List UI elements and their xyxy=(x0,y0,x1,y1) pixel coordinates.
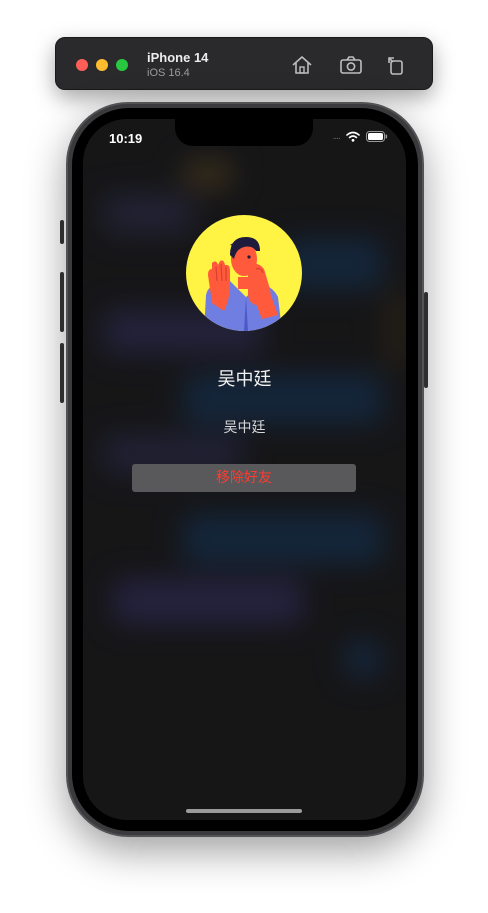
battery-icon xyxy=(366,131,388,142)
signal-icon: .... xyxy=(332,131,342,142)
close-window-button[interactable] xyxy=(76,59,88,71)
screenshot-icon xyxy=(340,56,362,74)
minimize-window-button[interactable] xyxy=(96,59,108,71)
home-icon xyxy=(292,56,312,74)
volume-down-button xyxy=(60,343,64,403)
person-waving-avatar xyxy=(204,237,282,331)
zoom-window-button[interactable] xyxy=(116,59,128,71)
home-button[interactable] xyxy=(289,52,315,78)
rotate-icon xyxy=(388,57,403,75)
power-button xyxy=(424,292,428,388)
os-version: iOS 16.4 xyxy=(147,67,190,79)
silent-switch xyxy=(60,220,64,244)
profile-username: 吴中廷 xyxy=(223,420,266,436)
status-time: 10:19 xyxy=(109,131,143,146)
home-indicator[interactable] xyxy=(186,809,302,813)
avatar[interactable] xyxy=(186,215,302,331)
notch xyxy=(175,119,313,146)
volume-up-button xyxy=(60,272,64,332)
stage: iPhone 14 iOS 16.4 10:19 .... 吴中廷 吴中廷 移除… xyxy=(0,0,488,913)
device-name: iPhone 14 xyxy=(147,50,209,65)
simulator-titlebar: iPhone 14 iOS 16.4 xyxy=(55,37,433,90)
wifi-icon xyxy=(346,131,360,142)
remove-friend-button[interactable]: 移除好友 xyxy=(132,464,356,492)
screenshot-button[interactable] xyxy=(338,52,364,78)
status-icons: .... xyxy=(333,131,388,142)
phone-screen: 10:19 .... 吴中廷 吴中廷 移除好友 xyxy=(83,119,406,820)
profile-nickname: 吴中廷 xyxy=(217,369,272,390)
rotate-button[interactable] xyxy=(383,52,409,78)
